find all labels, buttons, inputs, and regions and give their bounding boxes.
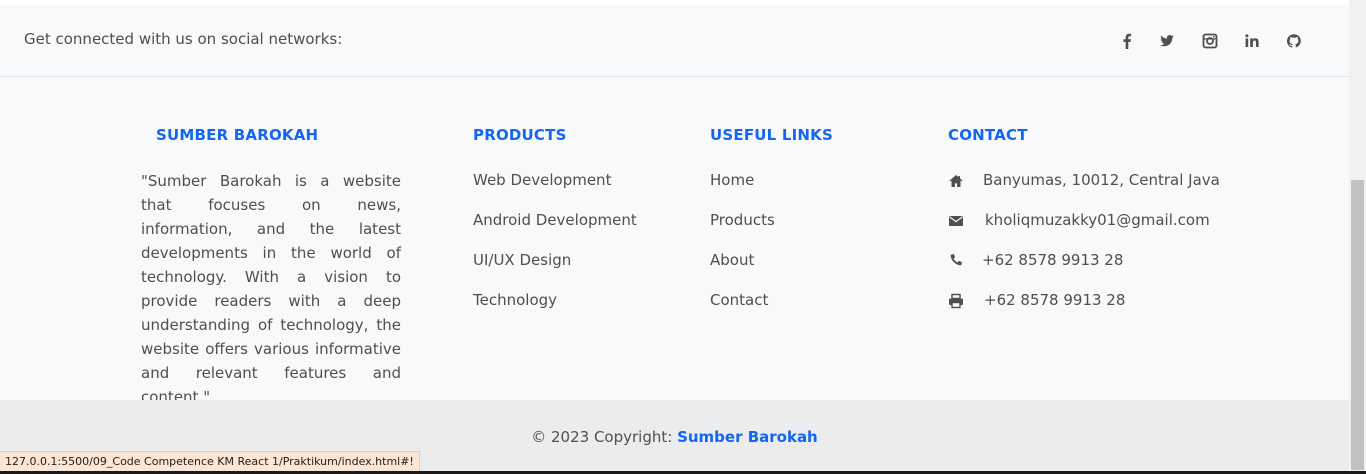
brand-description: "Sumber Barokah is a website that focuse…	[141, 172, 401, 406]
product-link-technology[interactable]: Technology	[473, 291, 557, 309]
contact-heading: CONTACT	[948, 126, 1028, 144]
envelope-icon	[948, 213, 964, 229]
scrollbar-thumb[interactable]	[1351, 180, 1364, 470]
home-icon	[948, 173, 964, 189]
useful-link-home[interactable]: Home	[710, 171, 754, 189]
social-bar-text: Get connected with us on social networks…	[24, 30, 343, 48]
print-icon	[948, 293, 964, 309]
contact-email: kholiqmuzakky01@gmail.com	[985, 211, 1210, 229]
facebook-icon[interactable]	[1116, 30, 1138, 52]
contact-fax: +62 8578 9913 28	[984, 291, 1126, 309]
status-bar-url: 127.0.0.1:5500/09_Code Competence KM Rea…	[0, 451, 420, 473]
useful-link-products[interactable]: Products	[710, 211, 775, 229]
social-bar: Get connected with us on social networks…	[0, 5, 1349, 77]
copyright-text: © 2023 Copyright: Sumber Barokah	[0, 428, 1349, 446]
copyright-prefix: © 2023 Copyright:	[531, 428, 678, 446]
useful-links-heading: USEFUL LINKS	[710, 126, 833, 144]
copyright-brand-link[interactable]: Sumber Barokah	[677, 428, 818, 446]
linkedin-icon[interactable]	[1241, 30, 1263, 52]
product-link-web-development[interactable]: Web Development	[473, 171, 611, 189]
contact-phone: +62 8578 9913 28	[982, 251, 1124, 269]
github-icon[interactable]	[1283, 30, 1305, 52]
twitter-icon[interactable]	[1156, 30, 1178, 52]
instagram-icon[interactable]	[1199, 30, 1221, 52]
useful-link-about[interactable]: About	[710, 251, 754, 269]
product-link-uiux-design[interactable]: UI/UX Design	[473, 251, 571, 269]
products-heading: PRODUCTS	[473, 126, 567, 144]
useful-link-contact[interactable]: Contact	[710, 291, 768, 309]
product-link-android-development[interactable]: Android Development	[473, 211, 637, 229]
brand-heading: SUMBER BAROKAH	[156, 126, 319, 144]
contact-address: Banyumas, 10012, Central Java	[983, 171, 1220, 189]
phone-icon	[948, 253, 964, 269]
footer-main: SUMBER BAROKAH "Sumber Barokah is a webs…	[0, 77, 1349, 406]
